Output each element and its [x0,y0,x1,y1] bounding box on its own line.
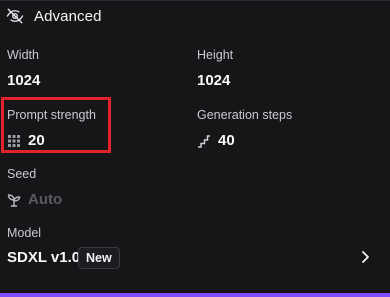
advanced-title: Advanced [34,7,102,25]
prompt-strength-value: 20 [28,132,45,149]
seed-label: Seed [7,167,37,181]
width-label: Width [7,48,39,62]
generation-steps-field[interactable]: Generation steps 40 [197,107,292,150]
grid-dots-icon [7,134,21,148]
height-field[interactable]: Height 1024 [197,47,233,90]
model-selector[interactable]: Model SDXL v1.0 New [0,222,390,274]
generation-steps-value: 40 [218,132,235,149]
generation-steps-label: Generation steps [197,108,293,122]
divider [0,0,390,1]
width-field[interactable]: Width 1024 [7,47,40,90]
height-value: 1024 [197,72,231,89]
eye-off-icon [6,7,24,25]
stairs-icon [197,134,211,148]
seed-field[interactable]: Seed Auto [7,166,62,209]
seedling-icon [7,193,21,207]
height-label: Height [197,48,234,62]
new-badge: New [78,247,120,269]
seed-value: Auto [28,191,63,208]
advanced-settings-panel: Advanced Width 1024 Height 1024 Prompt s… [0,0,390,297]
model-name: SDXL v1.0 [7,249,81,266]
model-label: Model [7,226,42,240]
prompt-strength-field[interactable]: Prompt strength 20 [7,107,96,150]
advanced-toggle[interactable]: Advanced [6,4,102,28]
width-value: 1024 [7,72,41,89]
accent-bar [0,293,390,297]
prompt-strength-label: Prompt strength [7,108,96,122]
chevron-right-icon[interactable] [358,250,372,264]
